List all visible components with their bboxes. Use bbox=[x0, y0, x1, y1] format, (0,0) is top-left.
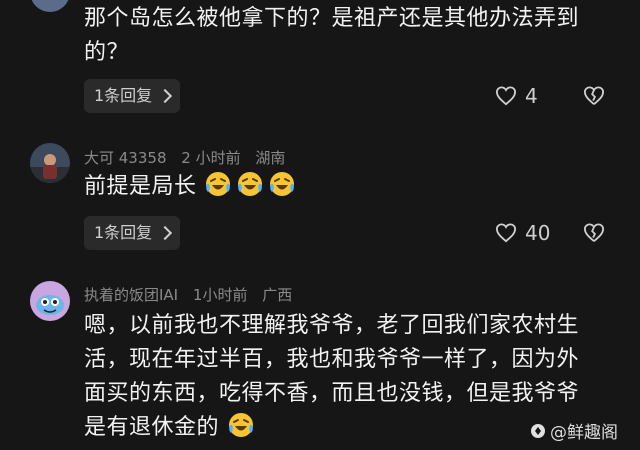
logo-icon bbox=[531, 423, 545, 438]
like-count: 40 bbox=[525, 221, 551, 245]
avatar-partial[interactable] bbox=[30, 0, 70, 12]
heart-outline-icon bbox=[495, 86, 517, 106]
comment-text: 那个岛怎么被他拿下的？是祖产还是其他办法弄到 bbox=[84, 6, 580, 31]
comment-body: 是有退休金的 bbox=[84, 415, 220, 440]
heart-outline-icon bbox=[495, 223, 517, 243]
reply-button[interactable]: 1条回复 bbox=[84, 79, 181, 113]
chevron-right-icon bbox=[158, 225, 173, 241]
reply-label: 1条回复 bbox=[94, 223, 153, 242]
username[interactable]: 大可 43358 bbox=[84, 149, 167, 167]
emoji-row bbox=[204, 172, 300, 199]
reply-label: 1条回复 bbox=[94, 86, 153, 105]
username[interactable]: 执着的饭团IAI bbox=[84, 286, 178, 304]
like-button[interactable]: 40 bbox=[495, 221, 550, 245]
broken-heart-icon[interactable] bbox=[583, 223, 605, 243]
avatar[interactable] bbox=[30, 281, 70, 321]
timestamp: 1小时前 bbox=[192, 286, 248, 304]
laugh-cry-emoji-icon bbox=[204, 170, 232, 198]
location: 湖南 bbox=[255, 149, 286, 167]
laugh-cry-emoji-icon bbox=[227, 411, 255, 439]
comment-text: 面买的东西，吃得不香，而且也没钱，但是我爷爷 bbox=[84, 381, 580, 406]
avatar[interactable] bbox=[30, 143, 70, 183]
location: 广西 bbox=[262, 286, 293, 304]
chevron-right-icon bbox=[158, 88, 173, 104]
comment-text: 的？ bbox=[84, 40, 130, 65]
watermark-text: @鲜趣阁 bbox=[550, 423, 618, 443]
comment-meta: 大可 43358 2 小时前 湖南 bbox=[84, 147, 295, 168]
comment-text: 前提是局长 bbox=[84, 170, 300, 204]
comment-text: 是有退休金的 bbox=[84, 411, 259, 445]
comment-body: 前提是局长 bbox=[84, 174, 197, 199]
laugh-cry-emoji-icon bbox=[268, 170, 296, 198]
like-button[interactable]: 4 bbox=[495, 84, 538, 108]
watermark: @鲜趣阁 bbox=[530, 418, 618, 443]
comment-text: 活，现在年过半百，我也和我爷爷一样了，因为外 bbox=[84, 347, 580, 372]
comment-text: 嗯，以前我也不理解我爷爷，老了回我们家农村生 bbox=[84, 313, 580, 338]
broken-heart-icon[interactable] bbox=[583, 86, 605, 106]
timestamp: 2 小时前 bbox=[181, 149, 241, 167]
reply-button[interactable]: 1条回复 bbox=[84, 216, 181, 250]
like-count: 4 bbox=[525, 84, 538, 108]
laugh-cry-emoji-icon bbox=[236, 170, 264, 198]
comment-meta: 执着的饭团IAI 1小时前 广西 bbox=[84, 284, 302, 305]
